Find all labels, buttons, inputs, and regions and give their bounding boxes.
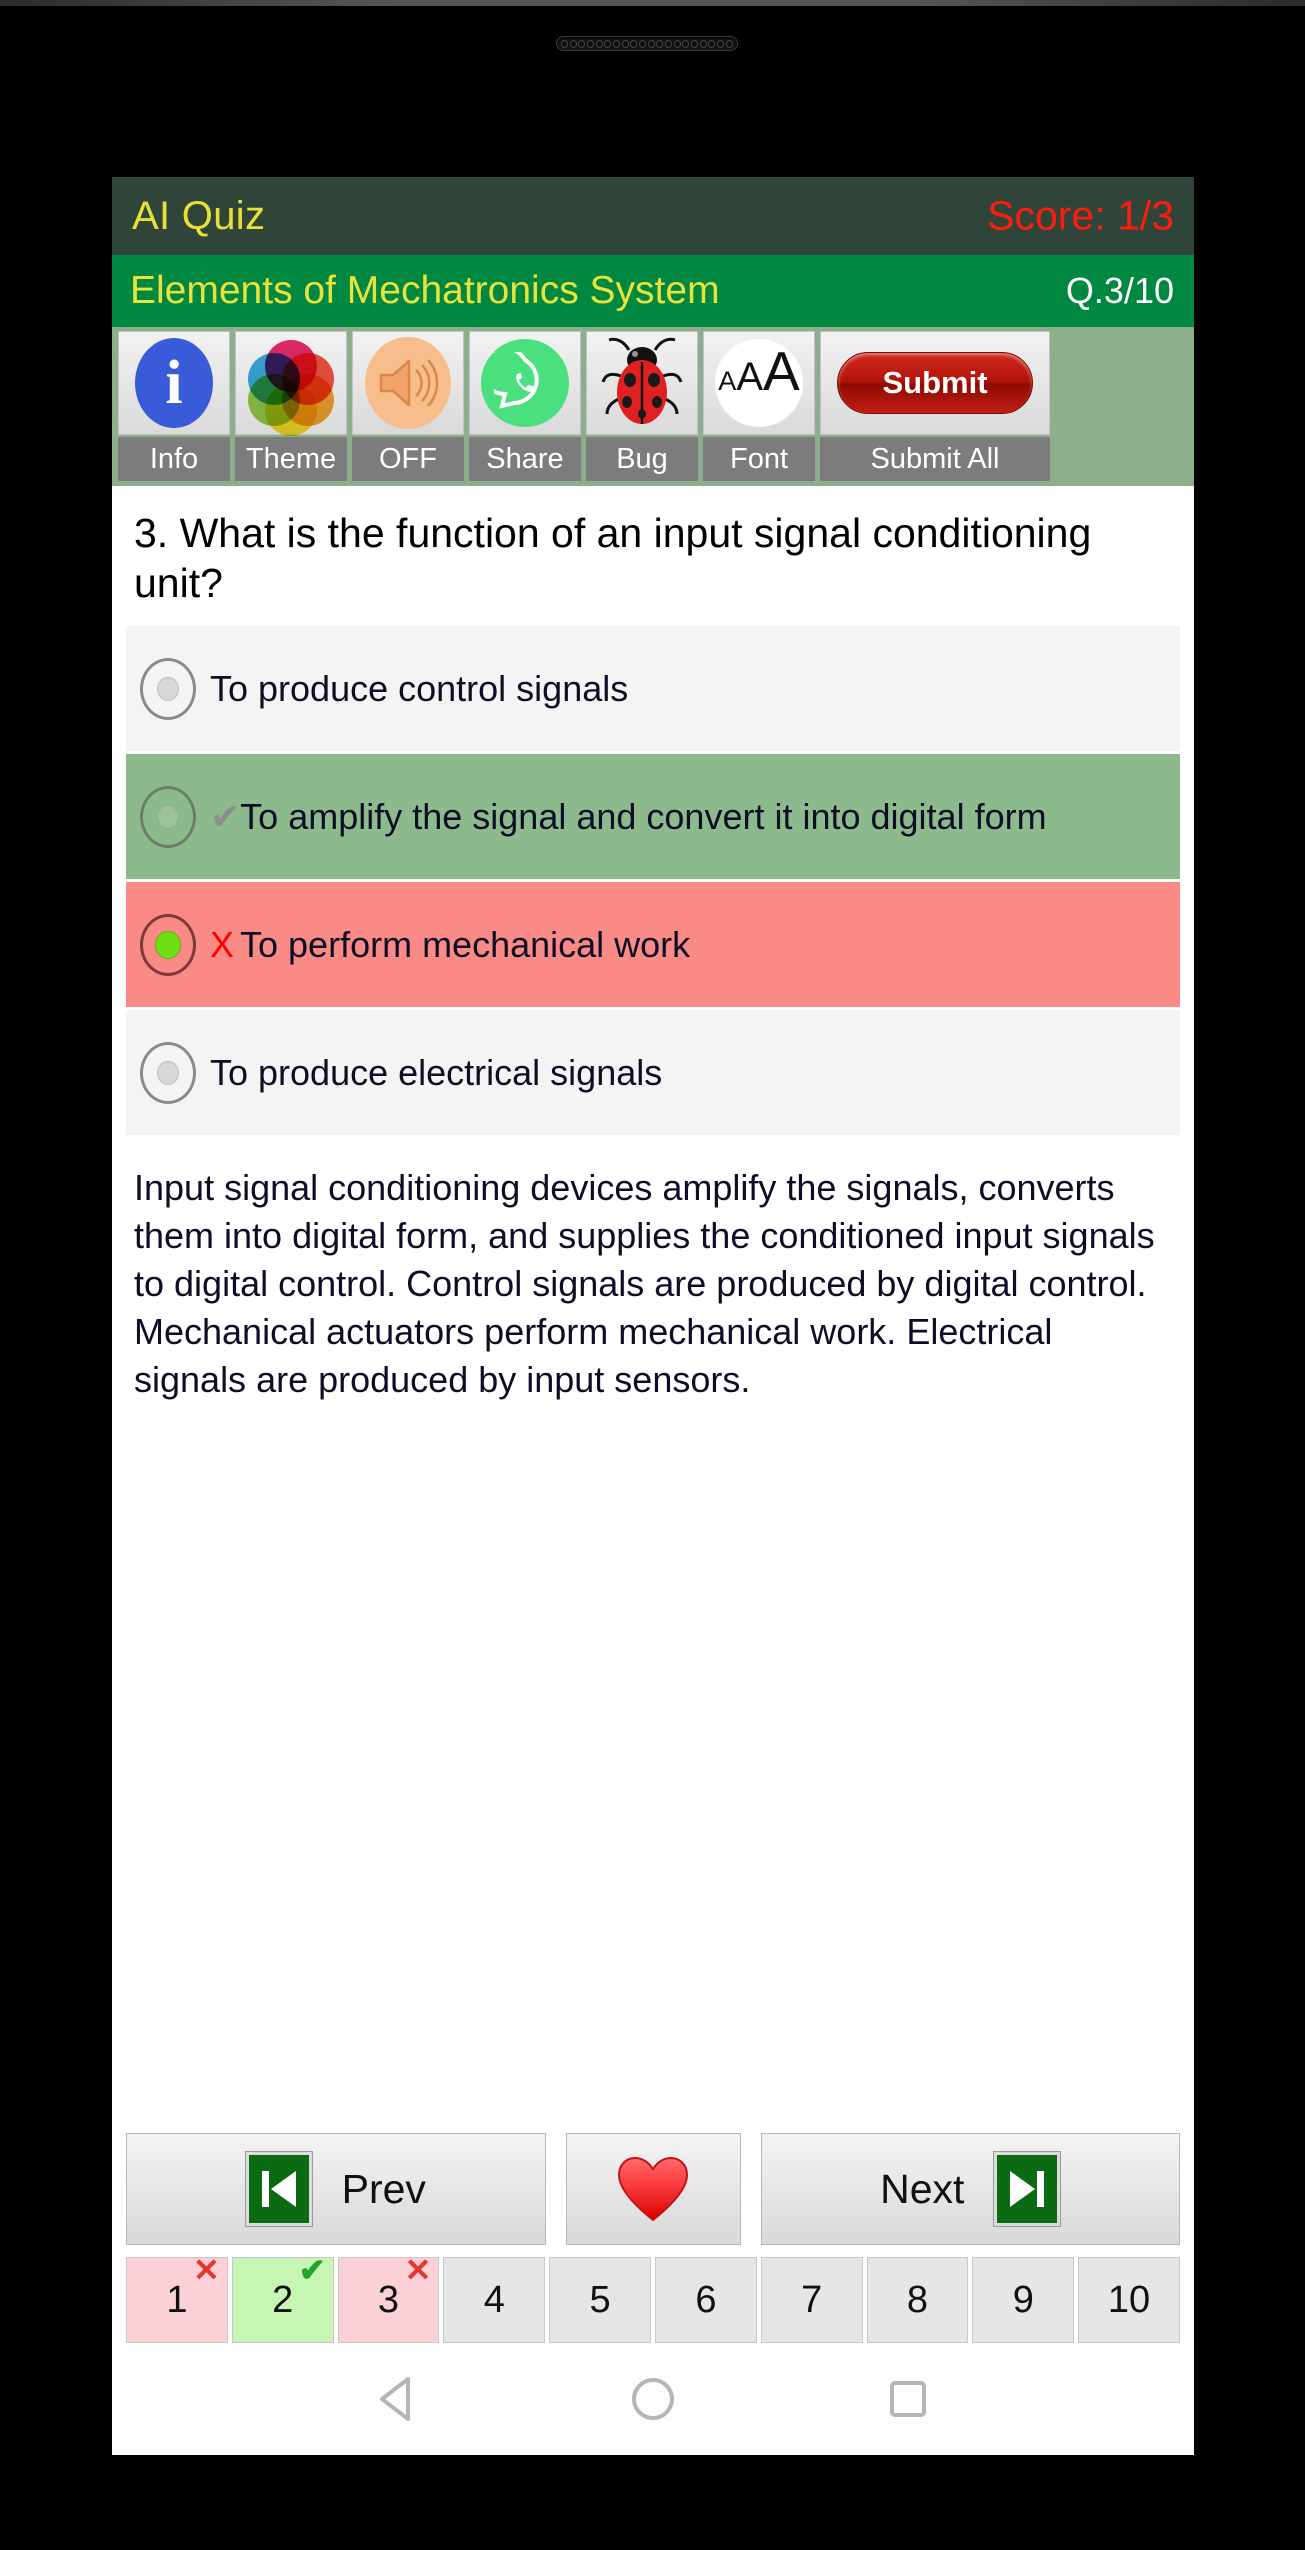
font-size-icon: AAA bbox=[715, 339, 803, 427]
tool-label-off[interactable]: OFF bbox=[352, 437, 464, 481]
question-counter: Q.3/10 bbox=[1065, 270, 1174, 311]
speaker-icon bbox=[365, 337, 451, 429]
qnum-button[interactable]: 5 bbox=[549, 2257, 651, 2343]
toolbar-labels: Info Theme OFF Share Bug Font Submit All bbox=[112, 435, 1194, 486]
qnum-button[interactable]: 9 bbox=[972, 2257, 1075, 2343]
option-label: To perform mechanical work bbox=[240, 923, 691, 965]
qnum-label: 4 bbox=[483, 2278, 505, 2321]
device-bottom-bezel bbox=[0, 2490, 1305, 2550]
navigation-row: Prev Next bbox=[112, 2133, 1194, 2245]
prev-arrow-icon bbox=[244, 2151, 313, 2227]
qnum-label: 8 bbox=[906, 2278, 929, 2321]
question-text: 3. What is the function of an input sign… bbox=[134, 510, 1092, 607]
app-header: AI Quiz Score: 1/3 bbox=[112, 177, 1194, 255]
subject-title: Elements of Mechatronics System bbox=[130, 269, 720, 312]
color-wheel-icon bbox=[248, 340, 334, 436]
wrong-cross-icon: X bbox=[210, 923, 235, 965]
score-label: Score: 1/3 bbox=[987, 192, 1174, 239]
info-button[interactable]: i bbox=[118, 331, 230, 435]
prev-button-label: Prev bbox=[341, 2165, 426, 2212]
tool-label-bug[interactable]: Bug bbox=[586, 437, 698, 481]
toolbar: i A A A Submit bbox=[112, 327, 1194, 436]
qnum-label: 3 bbox=[377, 2278, 400, 2321]
option-row[interactable]: X To perform mechanical work bbox=[126, 882, 1180, 1008]
question-number-strip: ✕ 1 ✔ 2 ✕ 3 4 5 6 7 8 9 10 bbox=[112, 2252, 1194, 2343]
ladybug-icon bbox=[599, 336, 685, 430]
submit-button[interactable]: Submit bbox=[820, 331, 1050, 435]
prev-button[interactable]: Prev bbox=[126, 2133, 546, 2245]
qnum-badge: ✔ bbox=[298, 2252, 326, 2288]
info-icon: i bbox=[135, 338, 213, 428]
qnum-label: 7 bbox=[801, 2278, 823, 2321]
option-row[interactable]: ✔To amplify the signal and convert it in… bbox=[126, 754, 1180, 880]
qnum-button[interactable]: ✕ 1 bbox=[126, 2252, 228, 2343]
qnum-button[interactable]: 8 bbox=[866, 2257, 969, 2343]
device-top-bezel bbox=[0, 0, 1305, 6]
option-label: To produce electrical signals bbox=[210, 1051, 663, 1093]
option-row[interactable]: To produce electrical signals bbox=[126, 1010, 1180, 1136]
recents-icon[interactable] bbox=[886, 2377, 930, 2421]
android-navigation-bar bbox=[112, 2343, 1194, 2455]
qnum-button[interactable]: 7 bbox=[760, 2257, 863, 2343]
tool-label-share[interactable]: Share bbox=[469, 437, 581, 481]
bug-report-button[interactable] bbox=[586, 331, 698, 435]
qnum-label: 9 bbox=[1012, 2278, 1034, 2321]
qnum-button[interactable]: 10 bbox=[1078, 2257, 1180, 2343]
submit-button-label: Submit bbox=[837, 352, 1033, 414]
qnum-label: 10 bbox=[1107, 2278, 1151, 2321]
subject-bar: Elements of Mechatronics System Q.3/10 bbox=[112, 255, 1194, 327]
tool-label-submit-all[interactable]: Submit All bbox=[820, 437, 1050, 481]
next-arrow-icon bbox=[993, 2151, 1062, 2227]
share-button[interactable] bbox=[469, 331, 581, 435]
qnum-label: 2 bbox=[272, 2278, 294, 2321]
option-row[interactable]: To produce control signals bbox=[126, 626, 1180, 752]
tool-label-font[interactable]: Font bbox=[703, 437, 815, 481]
qnum-button[interactable]: 4 bbox=[443, 2257, 546, 2343]
next-button[interactable]: Next bbox=[760, 2133, 1180, 2245]
next-button-label: Next bbox=[880, 2165, 965, 2212]
qnum-badge: ✕ bbox=[192, 2252, 220, 2288]
qnum-button[interactable]: ✔ 2 bbox=[231, 2252, 334, 2343]
radio-button[interactable] bbox=[140, 1041, 196, 1104]
back-icon[interactable] bbox=[376, 2375, 420, 2423]
radio-button[interactable] bbox=[140, 913, 196, 976]
qnum-badge: ✕ bbox=[404, 2252, 432, 2288]
explanation-text: Input signal conditioning devices amplif… bbox=[134, 1167, 1155, 1400]
heart-icon bbox=[617, 2156, 689, 2222]
app-title: AI Quiz bbox=[132, 193, 266, 238]
theme-button[interactable] bbox=[235, 331, 347, 436]
qnum-label: 1 bbox=[166, 2278, 188, 2321]
app-screen: AI Quiz Score: 1/3 Elements of Mechatron… bbox=[112, 177, 1194, 2455]
home-icon[interactable] bbox=[629, 2375, 677, 2423]
options-list: To produce control signals ✔To amplify t… bbox=[112, 620, 1194, 1136]
radio-button[interactable] bbox=[140, 785, 196, 848]
font-size-button[interactable]: AAA bbox=[703, 331, 815, 435]
qnum-label: 5 bbox=[589, 2278, 611, 2321]
tool-label-theme[interactable]: Theme bbox=[235, 437, 347, 481]
correct-check-icon: ✔ bbox=[210, 795, 241, 837]
favorite-button[interactable] bbox=[565, 2133, 741, 2245]
sound-toggle-button[interactable] bbox=[352, 331, 464, 435]
qnum-button[interactable]: ✕ 3 bbox=[337, 2252, 440, 2343]
qnum-button[interactable]: 6 bbox=[654, 2257, 757, 2343]
qnum-label: 6 bbox=[695, 2278, 717, 2321]
tool-label-info[interactable]: Info bbox=[118, 437, 230, 481]
option-label: To amplify the signal and convert it int… bbox=[240, 795, 1047, 837]
speaker-grille bbox=[556, 36, 738, 51]
radio-button[interactable] bbox=[140, 657, 196, 720]
device-frame: AI Quiz Score: 1/3 Elements of Mechatron… bbox=[0, 0, 1305, 2550]
option-label: To produce control signals bbox=[210, 667, 629, 709]
whatsapp-icon bbox=[481, 339, 569, 427]
